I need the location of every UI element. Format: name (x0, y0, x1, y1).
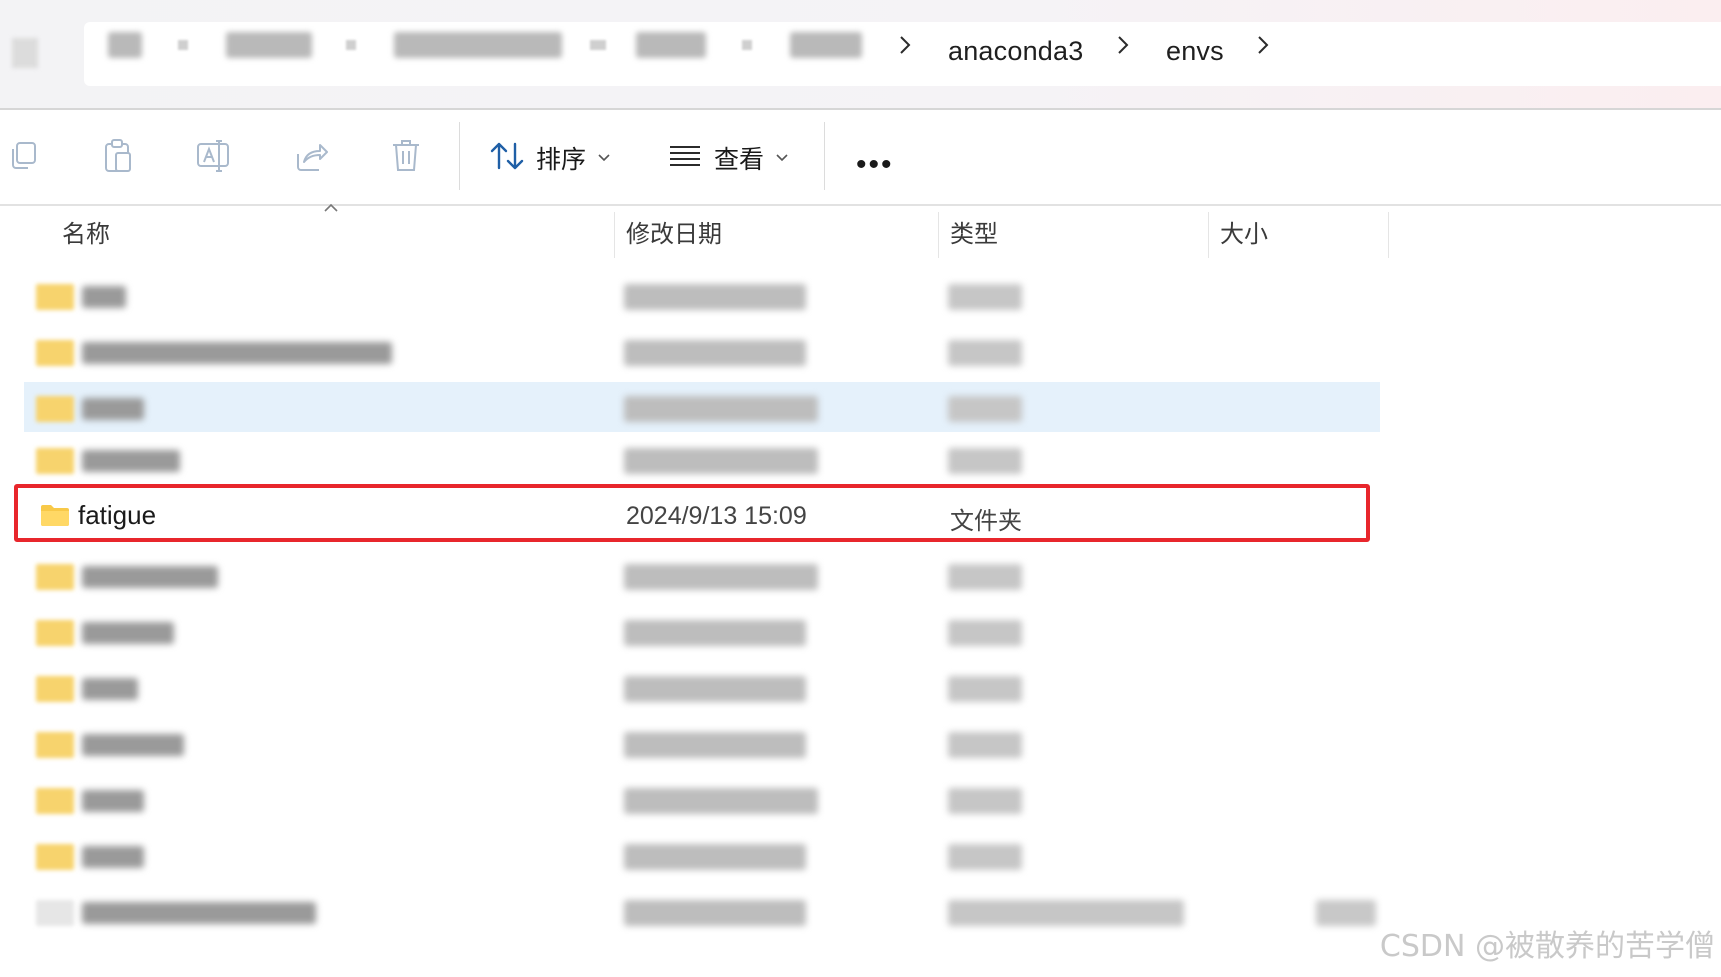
list-item[interactable] (24, 662, 1380, 712)
list-item-selected[interactable] (24, 382, 1380, 432)
list-item[interactable] (24, 270, 1380, 320)
delete-icon[interactable] (390, 138, 426, 174)
blurred-name (82, 342, 392, 364)
paste-icon[interactable] (102, 138, 138, 174)
chevron-down-icon (598, 149, 610, 167)
blurred-type (948, 284, 1022, 310)
column-header-type[interactable]: 类型 (950, 214, 998, 254)
rename-icon[interactable] (196, 138, 232, 174)
blurred-date (624, 676, 806, 702)
folder-icon (36, 732, 74, 758)
blurred-date (624, 564, 818, 590)
list-item[interactable] (24, 830, 1380, 880)
breadcrumb-anaconda3[interactable]: anaconda3 (948, 36, 1083, 67)
copy-icon[interactable] (8, 140, 44, 176)
blurred-date (624, 788, 818, 814)
list-item[interactable] (24, 718, 1380, 768)
blurred-name (82, 902, 316, 924)
column-divider[interactable] (614, 212, 615, 258)
view-label: 查看 (714, 145, 765, 174)
file-icon (36, 900, 74, 926)
folder-icon (36, 396, 74, 422)
blurred-type (948, 788, 1022, 814)
blurred-date (624, 396, 818, 422)
blurred-type (948, 448, 1022, 474)
highlight-box (14, 484, 1370, 542)
blurred-date (624, 620, 806, 646)
list-item[interactable] (24, 886, 1380, 936)
blurred-date (624, 340, 806, 366)
blurred-type (948, 340, 1022, 366)
sort-ascending-indicator-icon (324, 200, 338, 218)
blurred-name (82, 450, 180, 472)
blurred-type (948, 564, 1022, 590)
folder-icon (36, 844, 74, 870)
sort-button[interactable]: 排序 (490, 134, 610, 182)
folder-icon (36, 284, 74, 310)
folder-icon (36, 788, 74, 814)
blurred-name (82, 734, 184, 756)
blurred-date (624, 732, 806, 758)
breadcrumb-blurred-segment[interactable] (108, 32, 142, 58)
breadcrumb-blurred-separator (346, 40, 356, 50)
breadcrumb-blurred-segment[interactable] (790, 32, 862, 58)
breadcrumb-blurred-separator (178, 40, 188, 50)
blurred-type (948, 732, 1022, 758)
toolbar-separator (459, 122, 460, 190)
chevron-right-icon[interactable] (1256, 34, 1270, 60)
blurred-name (82, 566, 218, 588)
view-list-icon (668, 143, 702, 174)
blurred-type (948, 844, 1022, 870)
list-item[interactable] (24, 550, 1380, 600)
column-header-size[interactable]: 大小 (1220, 214, 1268, 254)
list-item[interactable] (24, 606, 1380, 656)
blurred-name (82, 846, 144, 868)
column-header-modified[interactable]: 修改日期 (626, 214, 722, 254)
folder-icon (36, 676, 74, 702)
sort-label: 排序 (536, 145, 587, 174)
folder-icon (36, 448, 74, 474)
blurred-name (82, 790, 144, 812)
watermark: CSDN @被散养的苦学僧 (1379, 929, 1715, 964)
toolbar-separator (824, 122, 825, 190)
breadcrumb-blurred-segment[interactable] (394, 32, 562, 58)
list-item[interactable] (24, 774, 1380, 824)
blurred-size (1316, 900, 1376, 926)
blurred-type (948, 676, 1022, 702)
chevron-right-icon (1116, 34, 1130, 60)
folder-icon (36, 340, 74, 366)
column-divider[interactable] (1208, 212, 1209, 258)
folder-icon (36, 564, 74, 590)
share-icon[interactable] (294, 140, 330, 176)
column-header-name[interactable]: 名称 (62, 214, 110, 254)
breadcrumb-blurred-segment[interactable] (636, 32, 706, 58)
blurred-name (82, 622, 174, 644)
breadcrumb-envs[interactable]: envs (1166, 36, 1224, 67)
blurred-name (82, 398, 144, 420)
blurred-name (82, 286, 126, 308)
blurred-type (948, 620, 1022, 646)
blurred-date (624, 900, 806, 926)
breadcrumb-blurred-separator (742, 40, 752, 50)
blurred-type (948, 900, 1184, 926)
blurred-nav-button[interactable] (12, 38, 38, 68)
view-button[interactable]: 查看 (668, 134, 788, 182)
blurred-type (948, 396, 1022, 422)
more-icon[interactable]: ••• (856, 150, 894, 180)
chevron-down-icon (776, 149, 788, 167)
blurred-date (624, 284, 806, 310)
blurred-date (624, 448, 818, 474)
sort-icon (490, 141, 524, 176)
list-item[interactable] (24, 326, 1380, 376)
breadcrumb-blurred-segment[interactable] (226, 32, 312, 58)
list-item[interactable] (24, 434, 1380, 484)
breadcrumb-blurred-separator (590, 40, 606, 50)
folder-icon (36, 620, 74, 646)
column-divider[interactable] (938, 212, 939, 258)
chevron-right-icon (898, 34, 912, 60)
blurred-name (82, 678, 138, 700)
blurred-date (624, 844, 806, 870)
column-divider[interactable] (1388, 212, 1389, 258)
